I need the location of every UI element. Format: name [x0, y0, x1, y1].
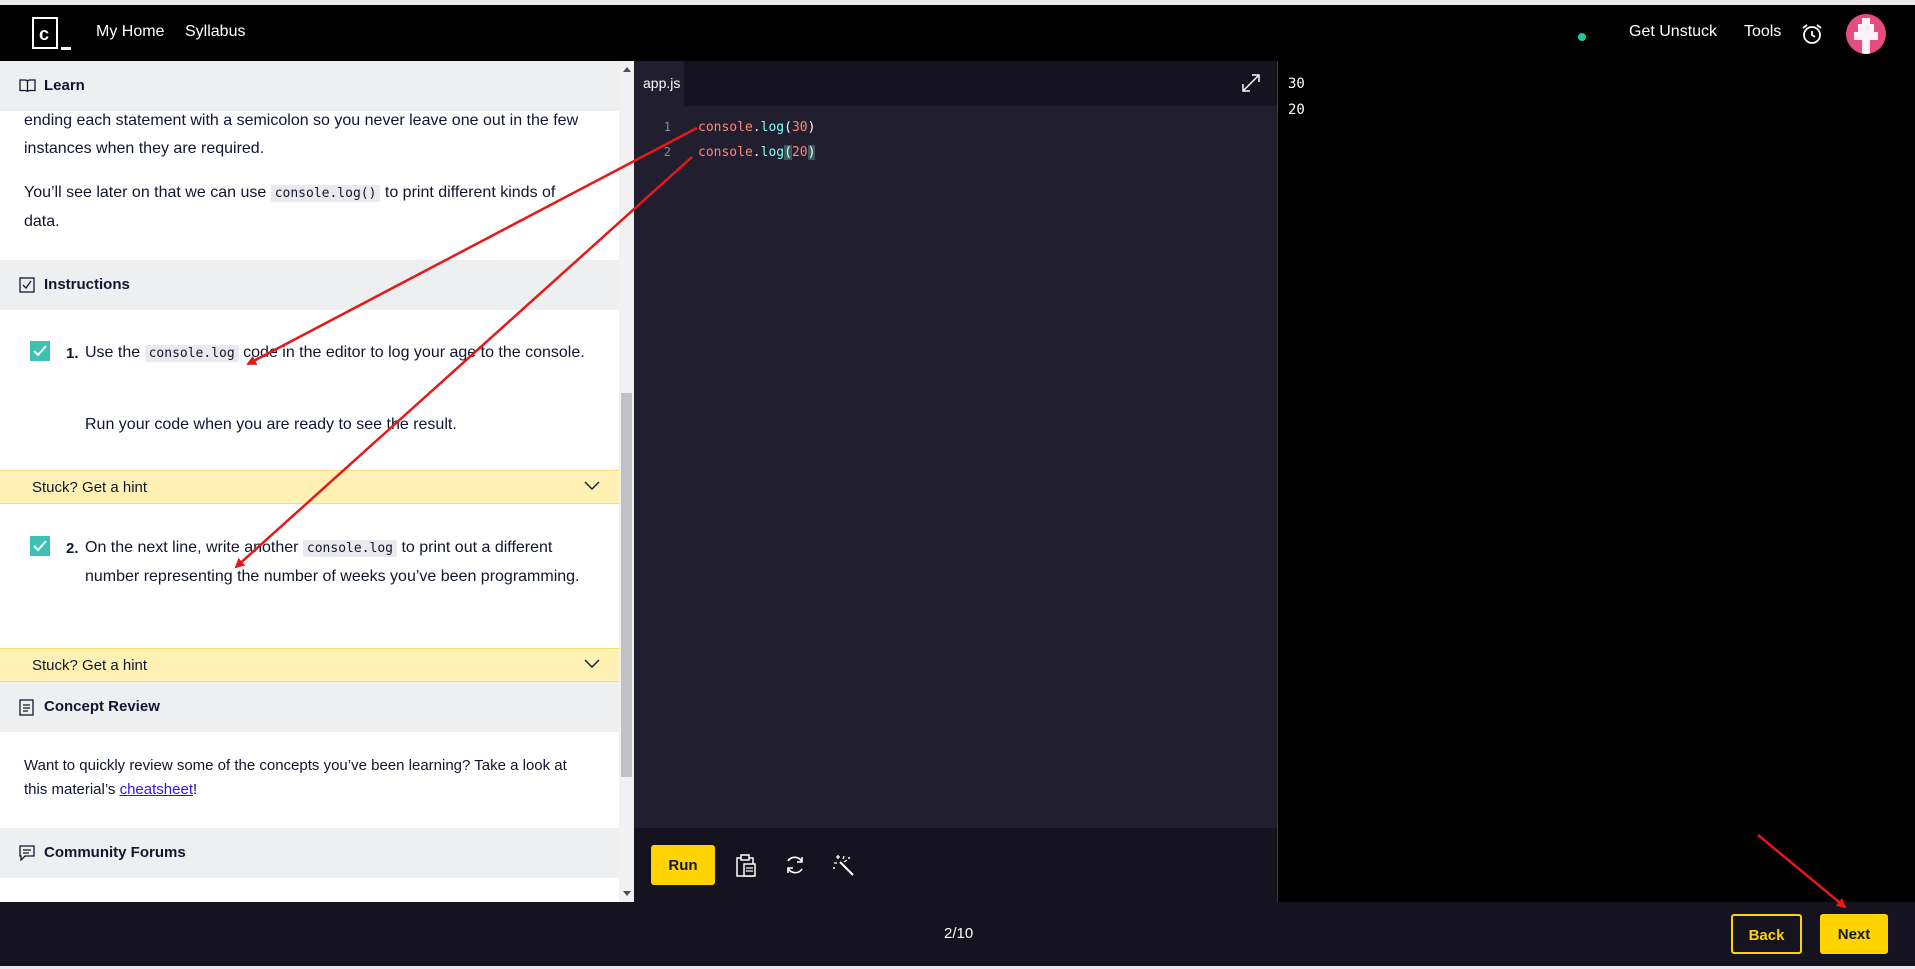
learn-header-label: Learn	[44, 77, 85, 94]
status-dot	[1578, 33, 1586, 41]
learn-header: Learn	[0, 61, 619, 111]
logo-box: c	[32, 17, 58, 49]
nav-syllabus[interactable]: Syllabus	[185, 23, 245, 41]
community-forums-header[interactable]: Community Forums	[0, 828, 619, 878]
concept-review-header: Concept Review	[0, 682, 619, 732]
concept-review-text: Want to quickly review some of the conce…	[24, 757, 567, 798]
nav-tools[interactable]: Tools	[1744, 23, 1781, 41]
scroll-down-arrow[interactable]	[623, 891, 631, 896]
document-icon	[19, 699, 34, 716]
avatar[interactable]	[1846, 14, 1886, 54]
scroll-up-arrow[interactable]	[623, 67, 631, 72]
concept-review-label: Concept Review	[44, 698, 160, 715]
code-text: console.log(20)	[698, 145, 816, 160]
checkbox-icon	[19, 277, 35, 293]
learn-paragraph-1: ending each statement with a semicolon s…	[24, 112, 579, 157]
step-2-checkbox[interactable]	[30, 536, 50, 556]
check-icon	[33, 540, 47, 552]
nav-my-home[interactable]: My Home	[96, 23, 164, 41]
instructions-header-label: Instructions	[44, 276, 130, 293]
cheatsheet-link[interactable]: cheatsheet	[120, 781, 193, 798]
inline-code: console.log()	[270, 185, 381, 202]
run-button-label: Run	[668, 857, 698, 874]
hint-label: Stuck? Get a hint	[32, 479, 148, 496]
codecademy-logo[interactable]: c	[32, 17, 72, 51]
chevron-down-icon	[584, 481, 600, 490]
instructions-panel: Learn ending each statement with a semic…	[0, 61, 619, 902]
bottom-bar: 2/10 Back Next	[0, 902, 1915, 969]
top-nav: c My Home Syllabus Get Unstuck Tools	[0, 5, 1915, 61]
run-button[interactable]: Run	[651, 845, 715, 885]
code-text: console.log(30)	[698, 120, 816, 135]
step-2-text: On the next line, write another console.…	[85, 539, 580, 585]
step-1-number: 1.	[66, 345, 79, 362]
step-1-text: Use the console.log code in the editor t…	[85, 344, 585, 362]
nav-get-unstuck[interactable]: Get Unstuck	[1629, 23, 1717, 41]
back-button-label: Back	[1748, 927, 1785, 944]
hint-toggle-1[interactable]: Stuck? Get a hint	[0, 470, 619, 504]
hint-label: Stuck? Get a hint	[32, 657, 148, 674]
step-2-number: 2.	[66, 540, 79, 557]
alarm-clock-icon[interactable]	[1800, 22, 1824, 46]
left-scrollbar[interactable]	[619, 61, 634, 902]
line-number: 1	[663, 120, 671, 134]
check-icon	[33, 345, 47, 357]
output-line-2: 20	[1288, 102, 1305, 118]
code-editor: app.js 1 console.log(30) 2 console.log(2…	[634, 61, 1277, 902]
output-line-1: 30	[1288, 76, 1305, 92]
expand-icon[interactable]	[1241, 73, 1261, 93]
step-1-extra: Run your code when you are ready to see …	[85, 416, 457, 433]
hint-toggle-2[interactable]: Stuck? Get a hint	[0, 648, 619, 682]
back-button[interactable]: Back	[1731, 914, 1802, 954]
next-button[interactable]: Next	[1820, 914, 1888, 954]
scroll-thumb[interactable]	[621, 393, 632, 777]
instructions-header: Instructions	[0, 260, 619, 310]
clipboard-icon[interactable]	[735, 854, 757, 878]
line-number: 2	[663, 145, 671, 159]
book-icon	[19, 79, 36, 93]
next-button-label: Next	[1837, 926, 1871, 943]
inline-code: console.log	[144, 345, 239, 362]
chat-bubble-icon	[19, 845, 35, 861]
logo-cursor	[61, 47, 71, 50]
editor-toolbar: Run	[634, 828, 1277, 902]
lesson-progress: 2/10	[944, 925, 974, 942]
editor-tab-bar: app.js	[634, 61, 1277, 106]
inline-code: console.log	[302, 540, 397, 557]
magic-wand-icon[interactable]	[832, 854, 856, 878]
reset-icon[interactable]	[784, 854, 806, 876]
tab-label: app.js	[643, 75, 681, 91]
step-1-checkbox[interactable]	[30, 341, 50, 361]
community-forums-label: Community Forums	[44, 844, 186, 861]
tab-app-js[interactable]: app.js	[634, 61, 684, 106]
code-area[interactable]: 1 console.log(30) 2 console.log(20)	[634, 116, 1277, 166]
logo-letter: c	[39, 24, 50, 44]
code-line[interactable]: 2 console.log(20)	[634, 141, 1277, 166]
learn-paragraph-2: You’ll see later on that we can use cons…	[24, 184, 556, 230]
code-line[interactable]: 1 console.log(30)	[634, 116, 1277, 141]
output-console: 30 20	[1277, 61, 1915, 902]
chevron-down-icon	[584, 659, 600, 668]
